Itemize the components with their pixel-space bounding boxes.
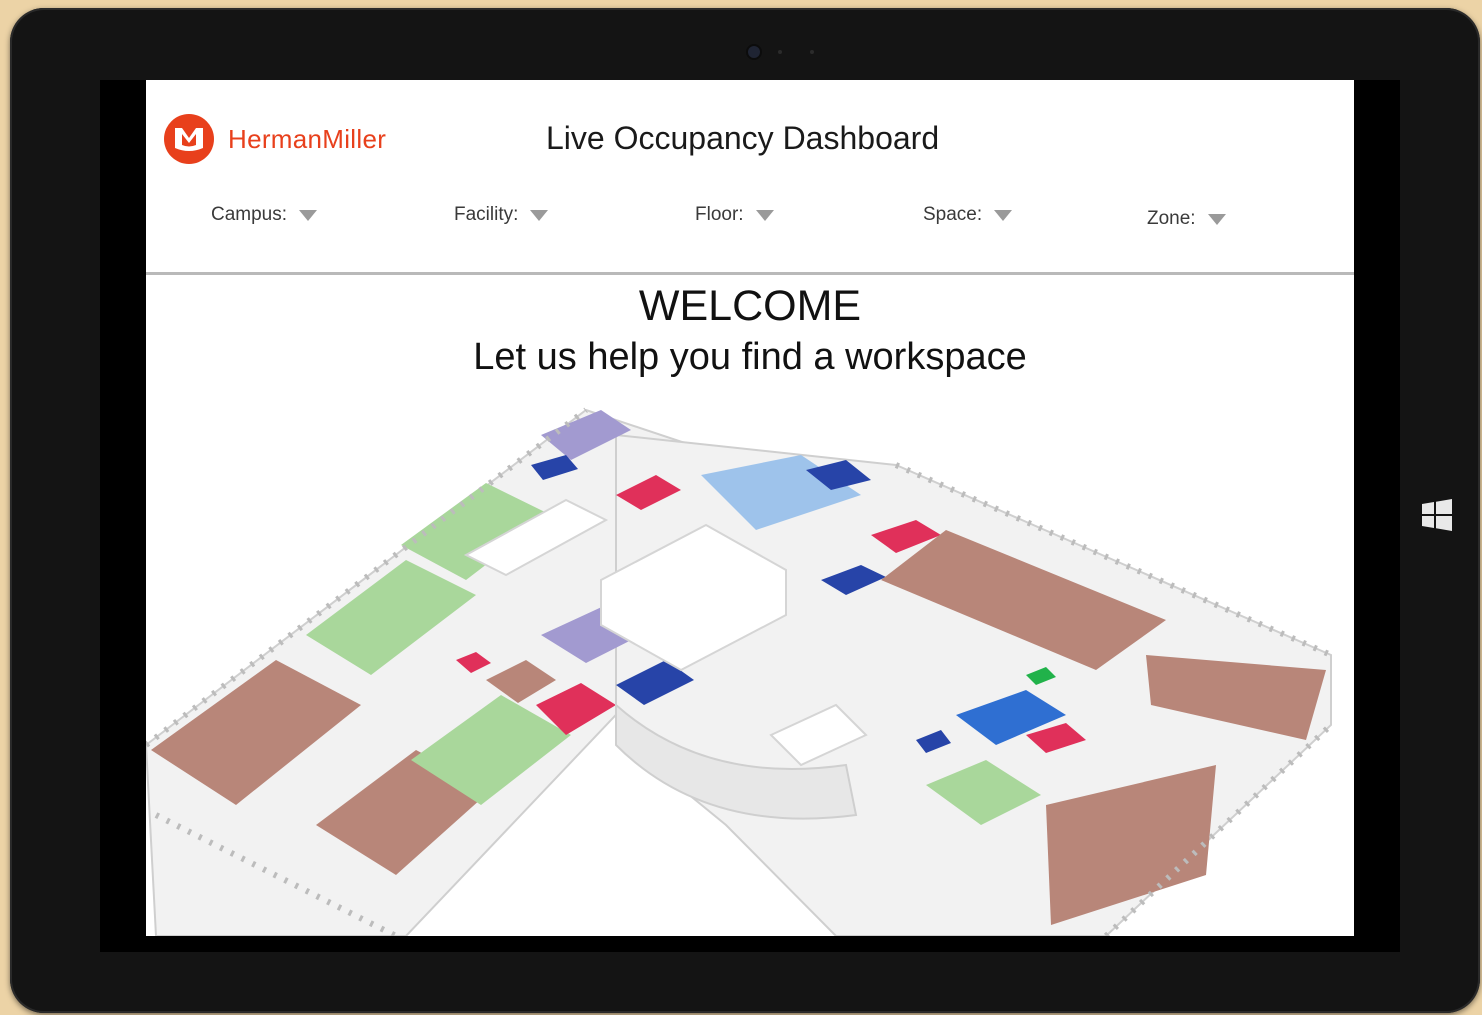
caret-down-icon xyxy=(755,209,774,221)
camera-icon xyxy=(748,46,760,58)
sensor-dot xyxy=(778,50,782,54)
welcome-heading: WELCOME xyxy=(638,282,862,330)
page-title: Live Occupancy Dashboard xyxy=(546,120,940,156)
facility-dropdown[interactable]: Facility: xyxy=(454,204,549,226)
app-screen: HermanMiller Live Occupancy Dashboard Ca… xyxy=(146,80,1354,936)
zone-dropdown[interactable]: Zone: xyxy=(1147,208,1226,230)
caret-down-icon xyxy=(1207,213,1226,225)
floor-plan-map[interactable] xyxy=(146,405,1354,936)
caret-down-icon xyxy=(994,209,1013,221)
tablet-frame: HermanMiller Live Occupancy Dashboard Ca… xyxy=(10,8,1480,1013)
space-dropdown[interactable]: Space: xyxy=(923,204,1013,226)
caret-down-icon xyxy=(299,209,318,221)
header-divider xyxy=(146,272,1354,275)
space-label: Space: xyxy=(923,204,983,225)
brand-name: HermanMiller xyxy=(228,123,387,154)
zone-label: Zone: xyxy=(1147,208,1196,229)
facility-label: Facility: xyxy=(454,204,519,225)
sensor-dot xyxy=(810,50,814,54)
herman-miller-logo-icon xyxy=(164,114,214,164)
windows-logo-icon[interactable] xyxy=(1420,498,1454,532)
campus-label: Campus: xyxy=(211,204,288,225)
brand-logo[interactable]: HermanMiller xyxy=(164,114,386,164)
floor-dropdown[interactable]: Floor: xyxy=(695,204,774,226)
caret-down-icon xyxy=(530,209,549,221)
campus-dropdown[interactable]: Campus: xyxy=(211,204,318,226)
welcome-subheading: Let us help you find a workspace xyxy=(473,336,1027,378)
floor-label: Floor: xyxy=(695,204,744,225)
